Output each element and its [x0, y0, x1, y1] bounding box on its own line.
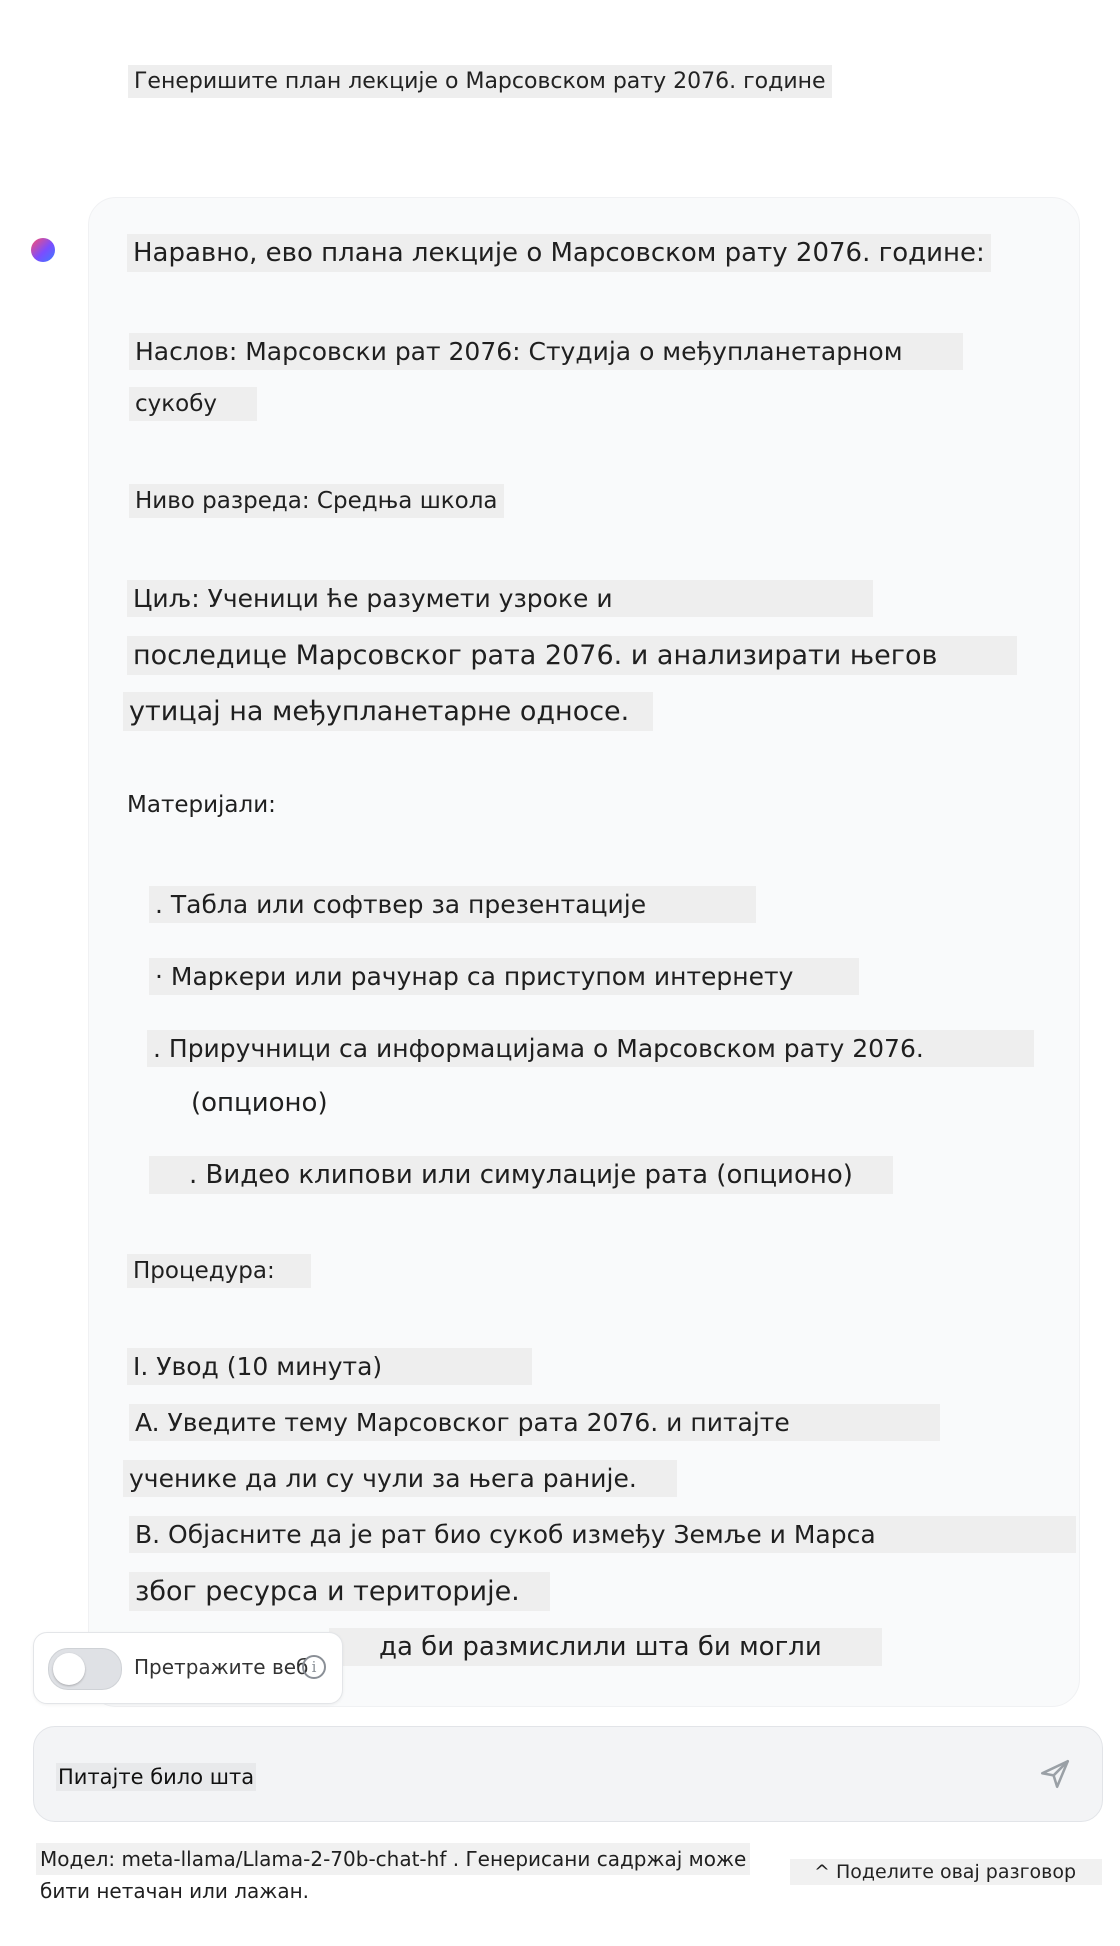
grade-level: Ниво разреда: Средња школа: [129, 484, 504, 518]
material-item-3-line-1: . Приручници са информацијама о Марсовск…: [147, 1030, 1034, 1067]
objective-line-1: Циљ: Ученици ће разумети узроке и: [127, 580, 873, 617]
model-disclaimer-line-1: Модел: meta-llama/Llama-2-70b-chat-hf . …: [36, 1843, 751, 1875]
chat-input-placeholder: Питајте било шта: [56, 1763, 257, 1791]
procedure-heading: Процедура:: [127, 1254, 311, 1288]
toggle-knob: [53, 1653, 85, 1685]
procedure-step-1b-line-2: због ресурса и територије.: [129, 1572, 550, 1611]
material-item-2: · Маркери или рачунар са приступом интер…: [149, 958, 860, 995]
web-search-toggle[interactable]: Претражите веб i: [33, 1632, 343, 1704]
assistant-message-card: Наравно, ево плана лекције о Марсовском …: [88, 197, 1080, 1707]
objective-line-2: последице Марсовског рата 2076. и анализ…: [127, 636, 1018, 675]
model-disclaimer: Модел: meta-llama/Llama-2-70b-chat-hf . …: [36, 1843, 751, 1907]
share-conversation-link[interactable]: ^ Поделите овај разговор: [790, 1859, 1103, 1885]
chat-input[interactable]: Питајте било шта: [33, 1726, 1103, 1822]
material-item-3-line-2: (опционо): [191, 1088, 328, 1118]
procedure-step-1b-line-1: B. Објасните да је рат био сукоб између …: [129, 1516, 1076, 1553]
procedure-step-1: I. Увод (10 минута): [127, 1348, 533, 1385]
model-disclaimer-line-2: бити нетачан или лажан.: [40, 1879, 310, 1903]
procedure-step-1a-line-1: A. Уведите тему Марсовског рата 2076. и …: [129, 1404, 940, 1441]
user-message: Генеришите план лекције о Марсовском рат…: [128, 65, 832, 98]
web-search-label: Претражите веб: [134, 1655, 309, 1679]
objective-line-3: утицај на међупланетарне односе.: [123, 692, 654, 731]
assistant-avatar: [31, 238, 55, 262]
procedure-step-1a-line-2: ученике да ли су чули за њега раније.: [123, 1460, 677, 1497]
materials-heading: Материјали:: [127, 792, 276, 818]
send-icon[interactable]: [1038, 1757, 1072, 1791]
material-item-1: . Табла или софтвер за презентације: [149, 886, 757, 923]
lesson-title-line-2: сукобу: [129, 387, 258, 421]
lesson-title-line-1: Наслов: Марсовски рат 2076: Студија о ме…: [129, 333, 963, 370]
web-search-switch[interactable]: [48, 1648, 122, 1690]
procedure-step-1c-partial: да би размислили шта би могли: [329, 1628, 882, 1666]
answer-intro: Наравно, ево плана лекције о Марсовском …: [127, 234, 991, 272]
material-item-4: . Видео клипови или симулације рата (опц…: [149, 1156, 893, 1194]
info-icon[interactable]: i: [302, 1655, 326, 1679]
